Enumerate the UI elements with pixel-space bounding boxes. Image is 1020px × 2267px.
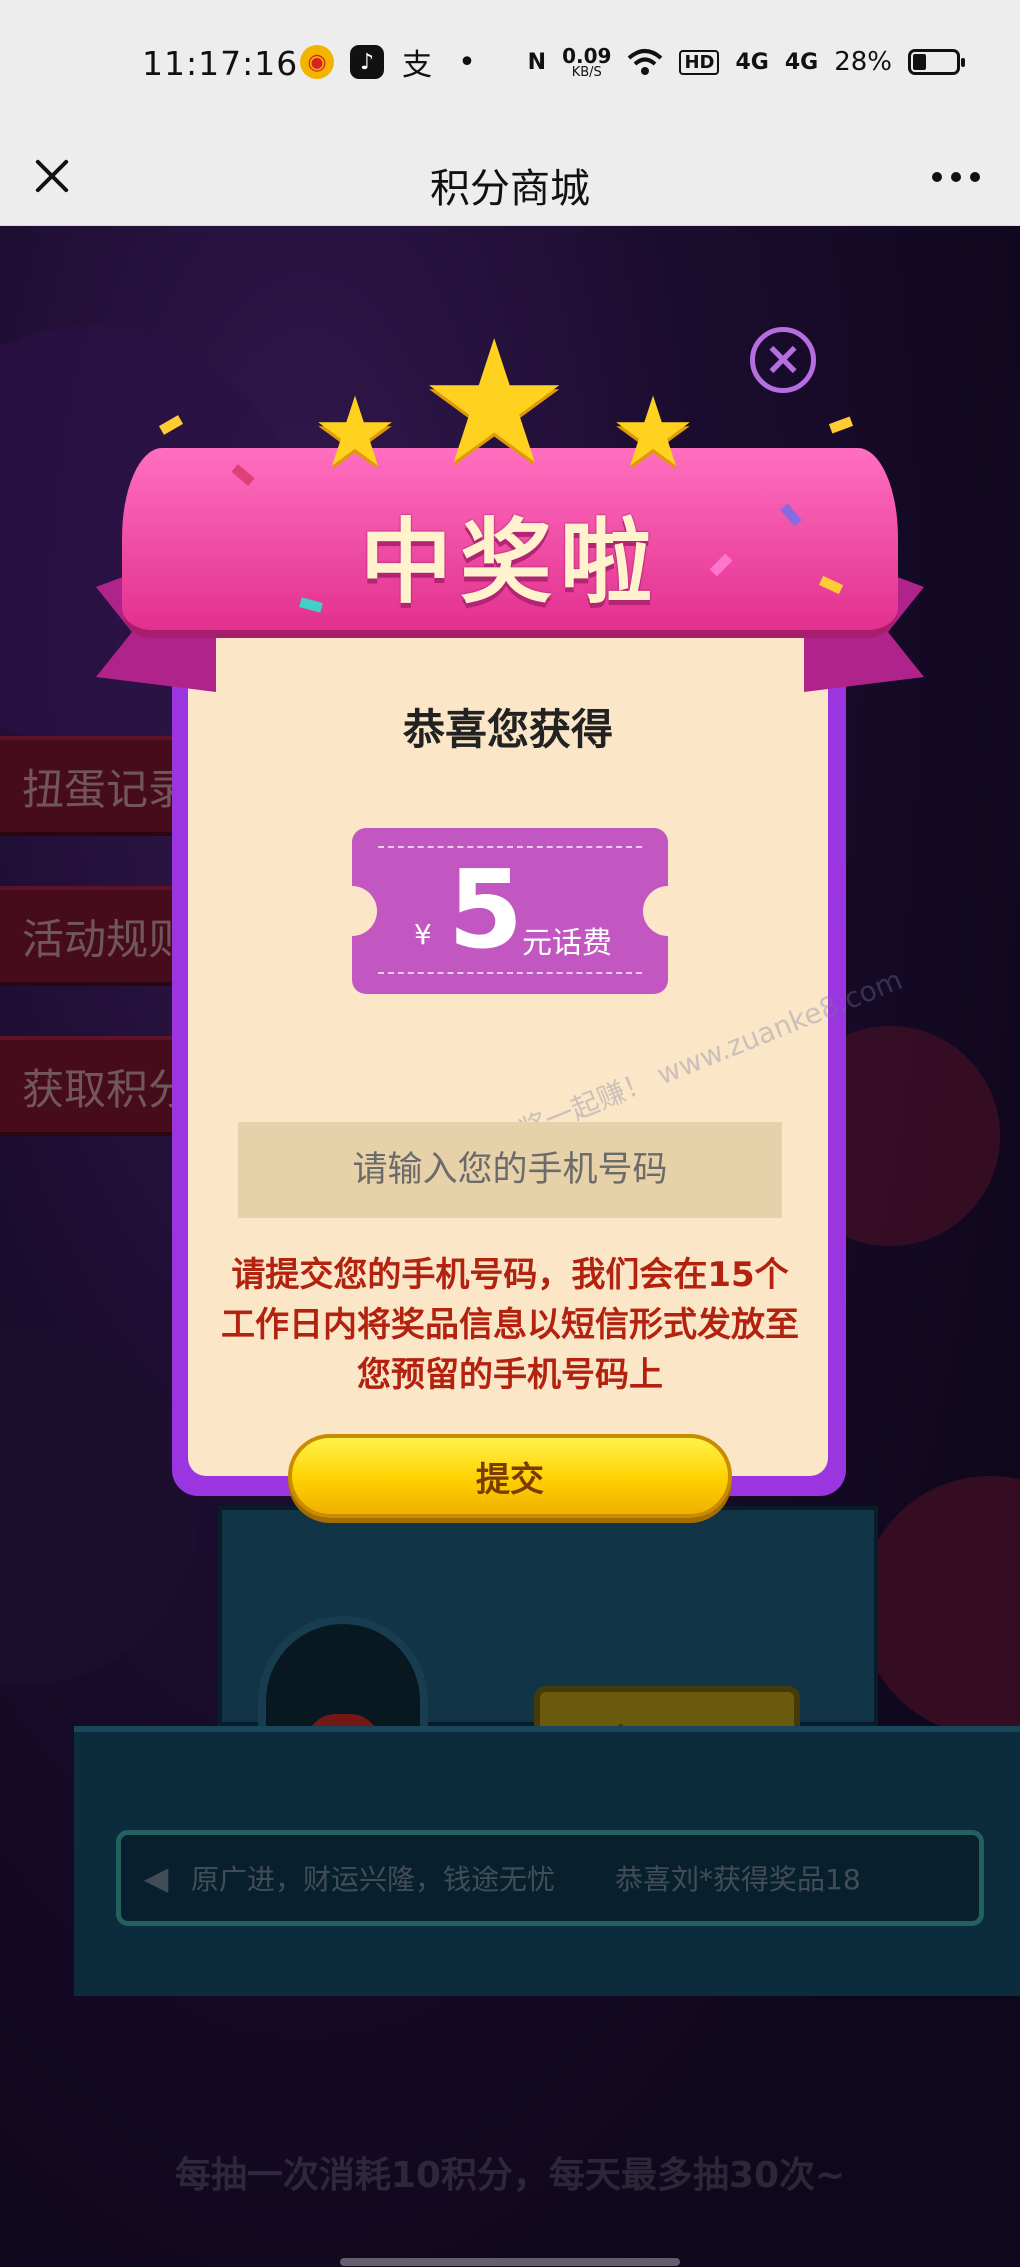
status-app-icons: ◉ ♪ 支 • bbox=[300, 40, 484, 84]
star-icon: ★ bbox=[418, 304, 571, 502]
status-bar: 11:17:16 ◉ ♪ 支 • N 0.09 KB/S HD 4G 4G 28… bbox=[0, 0, 1020, 130]
notification-dot-icon: • bbox=[458, 44, 476, 80]
coupon-unit: 元话费 bbox=[522, 926, 612, 961]
net-speed-unit: KB/S bbox=[571, 64, 602, 80]
alipay-icon: 支 bbox=[402, 48, 432, 83]
phone-number-input[interactable] bbox=[238, 1122, 782, 1218]
wifi-icon bbox=[628, 49, 663, 75]
weibo-icon: ◉ bbox=[300, 45, 334, 79]
tiktok-icon: ♪ bbox=[350, 45, 384, 79]
coupon-currency: ¥ bbox=[414, 918, 432, 951]
star-icon: ★ bbox=[610, 376, 697, 488]
battery-percent: 28% bbox=[834, 47, 892, 77]
submit-notice: 请提交您的手机号码，我们会在15个工作日内将奖品信息以短信形式发放至您预留的手机… bbox=[221, 1255, 799, 1395]
hd-badge: HD bbox=[679, 49, 720, 75]
status-time: 11:17:16 bbox=[142, 44, 299, 83]
congrats-text: 恭喜您获得 bbox=[402, 705, 613, 754]
submit-button[interactable]: 提交 bbox=[288, 1434, 732, 1518]
coupon-amount: 5 bbox=[448, 848, 524, 973]
status-indicators: N 0.09 KB/S HD 4G 4G 28% bbox=[527, 40, 965, 84]
more-options-button[interactable] bbox=[928, 162, 984, 192]
net-speed: 0.09 KB/S bbox=[562, 46, 611, 79]
title-bar: 积分商城 bbox=[0, 130, 1020, 226]
modal-close-button[interactable]: × bbox=[750, 327, 816, 393]
net-speed-value: 0.09 bbox=[562, 43, 612, 68]
signal-2: 4G bbox=[784, 49, 819, 75]
coupon-notch bbox=[643, 886, 693, 936]
star-icon: ★ bbox=[312, 376, 399, 488]
prize-coupon: ¥ 5 元话费 bbox=[327, 828, 693, 994]
coupon-notch bbox=[327, 886, 377, 936]
home-indicator bbox=[340, 2258, 680, 2266]
signal-1: 4G bbox=[735, 49, 769, 75]
battery-icon bbox=[908, 49, 965, 75]
nfc-icon: N bbox=[527, 49, 547, 75]
page-title: 积分商城 bbox=[430, 166, 590, 212]
